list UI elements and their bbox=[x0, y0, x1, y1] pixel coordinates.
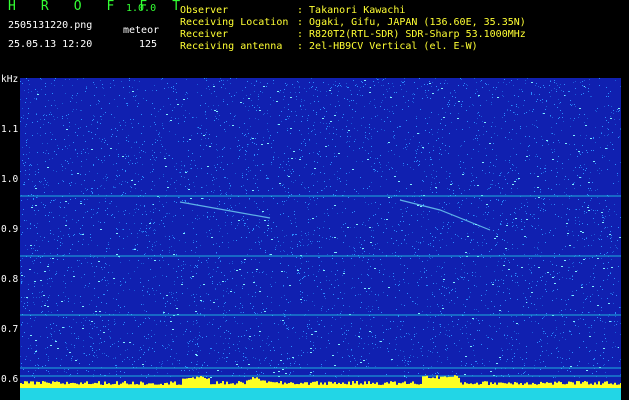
antenna-label: Receiving antenna bbox=[180, 41, 283, 52]
frequency-unit-label: kHz bbox=[1, 74, 19, 85]
meteor-label: meteor bbox=[123, 25, 160, 36]
observer-value: : Takanori Kawachi bbox=[297, 5, 406, 16]
spectrogram-plot bbox=[20, 78, 621, 400]
observer-label: Observer bbox=[180, 5, 229, 16]
freq-tick: 1.0 bbox=[1, 174, 19, 185]
antenna-value: : 2el-HB9CV Vertical (el. E-W) bbox=[297, 41, 478, 52]
freq-tick: 0.7 bbox=[1, 324, 19, 335]
meteor-count: 125 bbox=[139, 39, 158, 50]
receiver-value: : R820T2(RTL-SDR) SDR-Sharp 53.1000MHz bbox=[297, 29, 526, 40]
file-name: 2505131220.png bbox=[8, 20, 93, 31]
freq-tick: 0.8 bbox=[1, 274, 19, 285]
header-panel: H R O F F T 1.0.0 2505131220.png 25.05.1… bbox=[0, 0, 629, 72]
freq-tick: 1.1 bbox=[1, 124, 19, 135]
freq-tick: 0.6 bbox=[1, 374, 19, 385]
location-label: Receiving Location bbox=[180, 17, 289, 28]
app-version: 1.0.0 bbox=[126, 3, 157, 14]
app-title: H R O F F T bbox=[8, 0, 189, 14]
location-value: : Ogaki, Gifu, JAPAN (136.60E, 35.35N) bbox=[297, 17, 526, 28]
spectrogram-svg bbox=[20, 78, 621, 400]
timestamp: 25.05.13 12:20 bbox=[8, 39, 93, 50]
baseline-band bbox=[20, 388, 621, 400]
receiver-label: Receiver bbox=[180, 29, 229, 40]
freq-tick: 0.9 bbox=[1, 224, 19, 235]
